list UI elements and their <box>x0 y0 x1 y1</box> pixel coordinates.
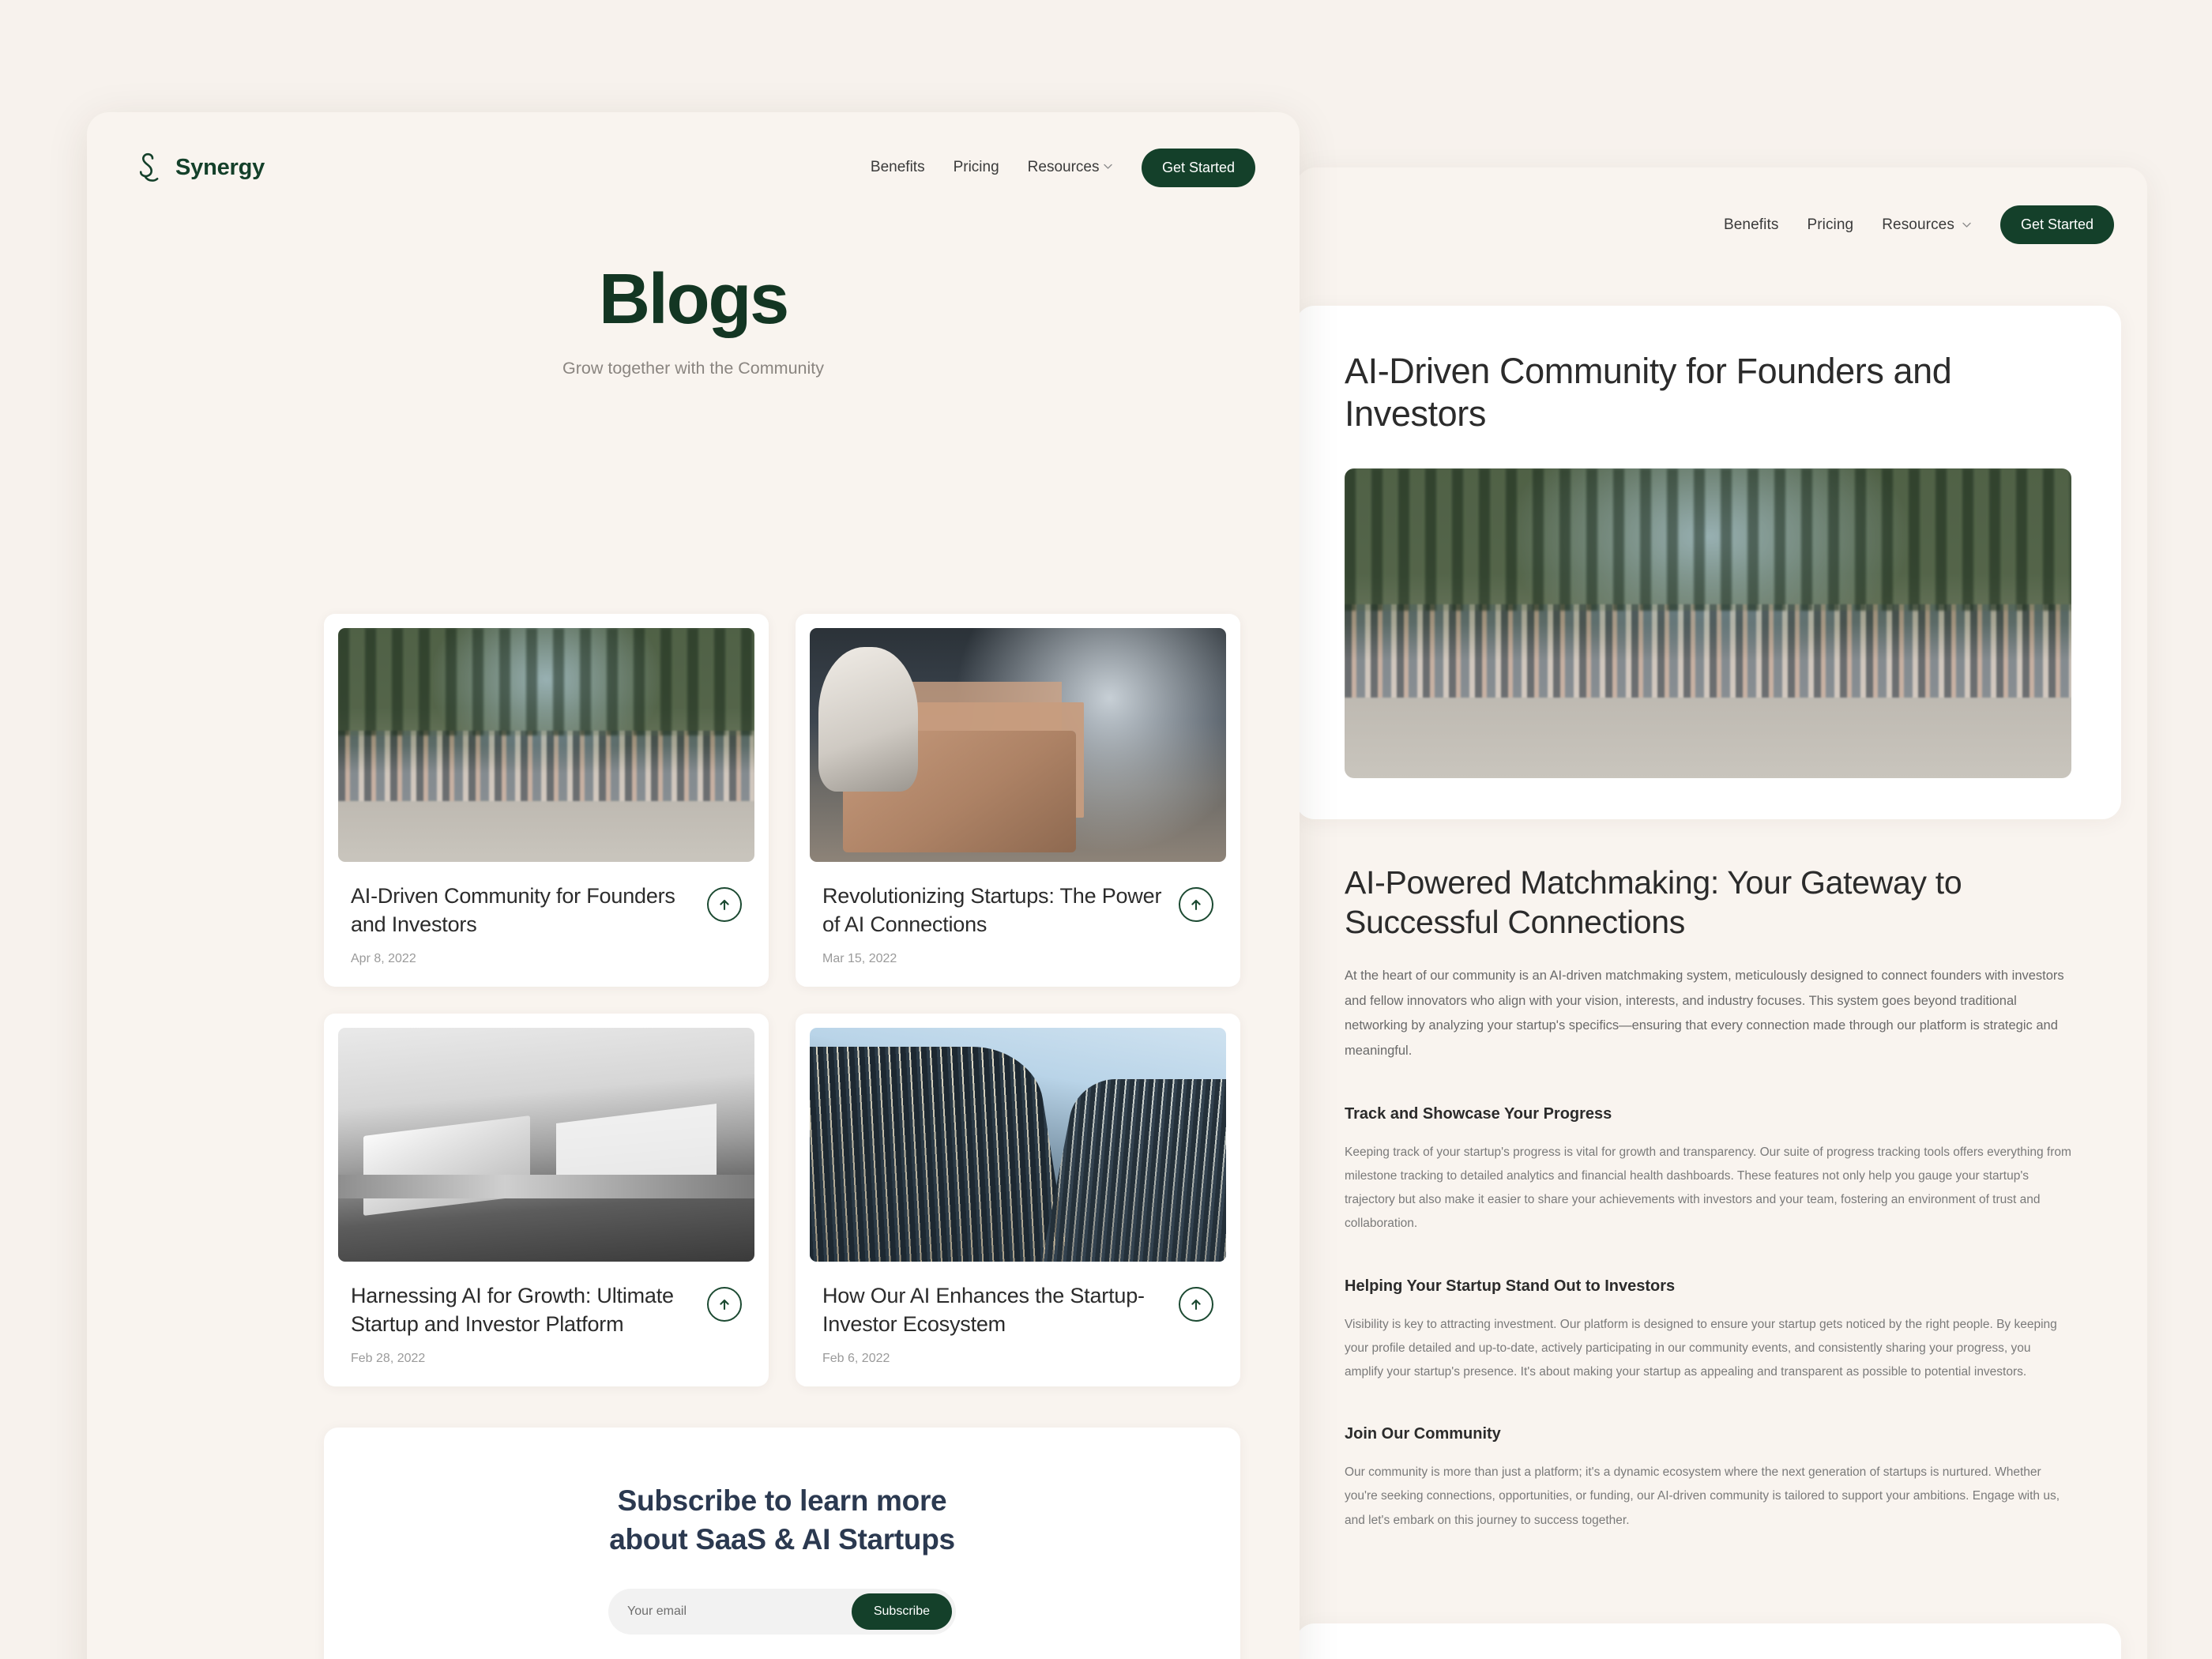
article-paragraph-1: Keeping track of your startup's progress… <box>1345 1145 2071 1231</box>
subscribe-section: Subscribe to learn more about SaaS & AI … <box>324 1428 1240 1659</box>
nav-link-resources-label: Resources <box>1882 216 1954 233</box>
blogs-page-header: Synergy Benefits Pricing Resources Get S… <box>87 112 1300 223</box>
blog-card[interactable]: Harnessing AI for Growth: Ultimate Start… <box>324 1013 769 1386</box>
article-paragraph-2: Visibility is key to attracting investme… <box>1345 1317 2057 1379</box>
arrow-up-right-circle-icon[interactable] <box>1179 1286 1213 1322</box>
brand-logo[interactable]: Synergy <box>136 152 265 182</box>
blog-thumbnail <box>338 628 754 862</box>
article-subheading-1: Track and Showcase Your Progress <box>1345 1104 1612 1123</box>
blog-card-text: AI-Driven Community for Founders and Inv… <box>351 882 693 966</box>
blog-card-meta: AI-Driven Community for Founders and Inv… <box>338 862 754 966</box>
nav-link-resources[interactable]: Resources <box>1882 216 1972 234</box>
screenshot-stage: Benefits Pricing Resources Get Started A… <box>0 0 2212 1659</box>
nav-link-pricing[interactable]: Pricing <box>1807 216 1853 234</box>
get-started-button[interactable]: Get Started <box>1999 205 2114 244</box>
page-title: Blogs <box>598 260 789 339</box>
blog-card-date: Mar 15, 2022 <box>822 951 897 965</box>
page-hero: Blogs Grow together with the Community <box>87 264 1300 378</box>
nav-link-benefits[interactable]: Benefits <box>871 159 925 176</box>
blog-thumbnail <box>810 628 1226 862</box>
blog-thumbnail <box>338 1027 754 1262</box>
group-photo-forest-image <box>338 628 754 862</box>
get-started-button[interactable]: Get Started <box>1141 148 1255 187</box>
subscribe-heading-line1: Subscribe to learn more <box>617 1484 947 1517</box>
blog-card-meta: Revolutionizing Startups: The Power of A… <box>810 862 1226 966</box>
email-input[interactable] <box>627 1604 852 1620</box>
blog-card-text: How Our AI Enhances the Startup-Investor… <box>822 1282 1164 1366</box>
blog-card-meta: Harnessing AI for Growth: Ultimate Start… <box>338 1262 754 1366</box>
blog-card-text: Revolutionizing Startups: The Power of A… <box>822 882 1164 966</box>
chevron-down-icon <box>1103 161 1113 171</box>
article-page-navbar: Benefits Pricing Resources Get Started <box>1724 205 2114 244</box>
blog-card-title: How Our AI Enhances the Startup-Investor… <box>822 1283 1145 1336</box>
arrow-up-right-circle-icon[interactable] <box>707 887 742 922</box>
blogs-page-navbar: Benefits Pricing Resources Get Started <box>871 148 1255 187</box>
arrow-up-right-circle-icon[interactable] <box>1179 887 1213 922</box>
blog-card-title: AI-Driven Community for Founders and Inv… <box>351 884 675 936</box>
subscribe-form: Subscribe <box>608 1589 956 1635</box>
subscribe-heading-line2: about SaaS & AI Startups <box>609 1523 955 1556</box>
article-title: AI-Driven Community for Founders and Inv… <box>1345 351 1952 434</box>
article-body: AI-Powered Matchmaking: Your Gateway to … <box>1296 863 2121 1533</box>
blog-card-title: Revolutionizing Startups: The Power of A… <box>822 884 1162 936</box>
article-section-heading-line1: AI-Powered Matchmaking: Your Gateway to <box>1345 864 1962 901</box>
nav-link-benefits[interactable]: Benefits <box>1724 216 1778 234</box>
robots-factory-image <box>810 628 1226 862</box>
skyscrapers-looking-up-image <box>810 1027 1226 1262</box>
office-desk-laptops-bw-image <box>338 1027 754 1262</box>
blog-card-text: Harnessing AI for Growth: Ultimate Start… <box>351 1282 693 1366</box>
chevron-down-icon <box>1962 220 1972 230</box>
subscribe-button[interactable]: Subscribe <box>851 1593 952 1631</box>
subscribe-heading: Subscribe to learn more about SaaS & AI … <box>609 1481 955 1559</box>
blog-card[interactable]: Revolutionizing Startups: The Power of A… <box>796 614 1240 987</box>
blog-card[interactable]: How Our AI Enhances the Startup-Investor… <box>796 1013 1240 1386</box>
blog-thumbnail <box>810 1027 1226 1262</box>
article-hero-card: AI-Driven Community for Founders and Inv… <box>1296 306 2121 819</box>
blog-card-date: Apr 8, 2022 <box>351 951 416 965</box>
article-section-heading-line2: Successful Connections <box>1345 904 1685 941</box>
nav-link-pricing[interactable]: Pricing <box>954 159 999 176</box>
nav-link-resources[interactable]: Resources <box>1028 159 1113 176</box>
blog-card-date: Feb 28, 2022 <box>351 1351 426 1365</box>
article-page-panel: Benefits Pricing Resources Get Started A… <box>1296 167 2147 1659</box>
arrow-up-right-circle-icon[interactable] <box>707 1286 742 1322</box>
blog-card-title: Harnessing AI for Growth: Ultimate Start… <box>351 1283 674 1336</box>
blog-card-meta: How Our AI Enhances the Startup-Investor… <box>810 1262 1226 1366</box>
article-hero-image <box>1345 468 2071 778</box>
group-photo-forest-image <box>1345 468 2071 778</box>
blog-card[interactable]: AI-Driven Community for Founders and Inv… <box>324 614 769 987</box>
blog-card-grid: AI-Driven Community for Founders and Inv… <box>324 614 1240 1386</box>
article-subheading-2: Helping Your Startup Stand Out to Invest… <box>1345 1277 1676 1295</box>
nav-link-resources-label: Resources <box>1027 159 1100 175</box>
ampersand-logo-icon <box>136 152 163 182</box>
blog-card-date: Feb 6, 2022 <box>822 1351 890 1365</box>
article-intro-paragraph: At the heart of our community is an AI-d… <box>1345 969 2064 1059</box>
brand-name: Synergy <box>175 154 265 180</box>
blogs-page-panel: Synergy Benefits Pricing Resources Get S… <box>87 112 1300 1659</box>
article-subscribe-section: Subscribe for Startup Stories around the… <box>1296 1623 2121 1659</box>
article-subheading-3: Join Our Community <box>1345 1425 1501 1443</box>
page-subtitle: Grow together with the Community <box>562 359 824 378</box>
article-paragraph-3: Our community is more than just a platfo… <box>1345 1465 2060 1527</box>
